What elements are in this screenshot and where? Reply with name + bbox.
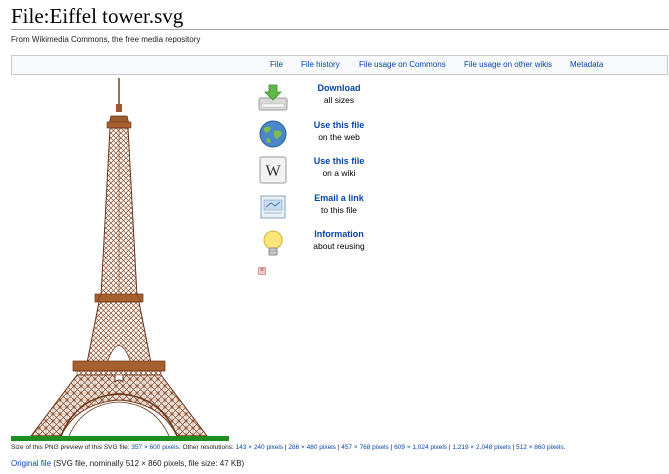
tab-file-usage-commons[interactable]: File usage on Commons xyxy=(359,56,446,74)
preview-size-suffix: . xyxy=(563,444,566,451)
resolution-link[interactable]: 286 × 480 pixels xyxy=(288,444,336,451)
original-file-details: (SVG file, nominally 512 × 860 pixels, f… xyxy=(51,459,245,468)
email-link[interactable]: Email a link xyxy=(296,192,382,204)
other-resolutions-label: . Other resolutions: xyxy=(178,444,236,451)
use-on-web-link[interactable]: Use this file xyxy=(296,119,382,131)
globe-icon xyxy=(259,120,287,148)
resolution-link[interactable]: 457 × 768 pixels xyxy=(341,444,389,451)
tab-file-usage-other-wikis[interactable]: File usage on other wikis xyxy=(464,56,552,74)
tab-file-history[interactable]: File history xyxy=(301,56,340,74)
use-on-web-action[interactable]: Use this file on the web xyxy=(258,119,378,151)
reuse-info-sub: about reusing xyxy=(313,241,365,251)
resolution-link[interactable]: 512 × 860 pixels xyxy=(516,444,564,451)
original-file-line: Original file (SVG file, nominally 512 ×… xyxy=(11,459,244,469)
use-on-web-sub: on the web xyxy=(318,132,360,142)
wikipedia-icon: W xyxy=(259,156,287,184)
preview-size-prefix: Size of this PNG preview of this SVG fil… xyxy=(11,444,132,451)
email-icon xyxy=(260,195,286,219)
resolution-link[interactable]: 143 × 240 pixels xyxy=(236,444,284,451)
site-tagline: From Wikimedia Commons, the free media r… xyxy=(11,35,201,44)
email-link-action[interactable]: Email a link to this file xyxy=(258,192,378,224)
preview-size-line: Size of this PNG preview of this SVG fil… xyxy=(11,443,565,452)
lightbulb-icon xyxy=(263,230,283,256)
email-sub: to this file xyxy=(321,205,357,215)
svg-text:W: W xyxy=(265,163,281,180)
title-divider xyxy=(11,29,669,30)
reuse-info-link[interactable]: Information xyxy=(296,228,382,240)
download-link[interactable]: Download xyxy=(296,82,382,94)
download-action[interactable]: Download all sizes xyxy=(258,82,378,114)
download-sub: all sizes xyxy=(323,95,355,105)
resolution-link[interactable]: 1,219 × 2,048 pixels xyxy=(452,444,510,451)
use-on-wiki-sub: on a wiki xyxy=(322,168,356,178)
tab-file[interactable]: File xyxy=(270,56,283,74)
file-toc-bar: File File history File usage on Commons … xyxy=(11,55,668,75)
close-icon[interactable]: × xyxy=(258,267,266,275)
use-on-wiki-link[interactable]: Use this file xyxy=(296,155,382,167)
eiffel-tower-image[interactable] xyxy=(11,78,229,442)
use-on-wiki-action[interactable]: W Use this file on a wiki xyxy=(258,155,378,187)
page-title: File:Eiffel tower.svg xyxy=(11,4,184,28)
reuse-info-action[interactable]: Information about reusing xyxy=(258,228,378,260)
original-file-link[interactable]: Original file xyxy=(11,459,51,468)
download-icon xyxy=(258,84,288,111)
preview-current-size[interactable]: 357 × 600 pixels xyxy=(131,444,179,451)
resolution-link[interactable]: 609 × 1,024 pixels xyxy=(394,444,447,451)
tab-metadata[interactable]: Metadata xyxy=(570,56,603,74)
